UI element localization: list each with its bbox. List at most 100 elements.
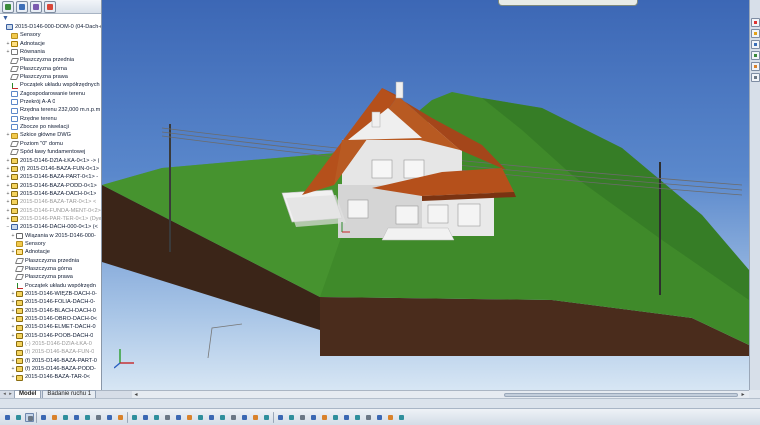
display-style-icon[interactable] [72,413,81,422]
file-explorer-icon[interactable] [751,40,760,49]
tree-item[interactable]: +2015-D146-FOLIA-DACH-0- [0,298,101,306]
new-assembly-icon[interactable] [298,413,307,422]
tree-item[interactable]: Płaszczyzna prawa [0,73,101,81]
zoom-to-fit-icon[interactable] [14,413,23,422]
mate-icon[interactable] [130,413,139,422]
edit-appearance-icon[interactable] [94,413,103,422]
tree-item[interactable]: +2015-D146-ELMET-DACH-0 [0,323,101,331]
change-transparency-icon[interactable] [331,413,340,422]
design-library-icon[interactable] [751,29,760,38]
select-icon[interactable] [25,412,34,422]
custom-properties-icon[interactable] [751,73,760,82]
tree-item[interactable]: Zagospodarowanie terenu [0,90,101,98]
view-orientation-icon[interactable] [61,413,70,422]
mass-properties-icon[interactable] [207,413,216,422]
tree-filter[interactable]: ▼ [0,14,101,23]
rotate-component-icon[interactable] [163,413,172,422]
tree-item[interactable]: Zbocze po niwelacji [0,123,101,131]
tree-item[interactable]: + (f) 2015-D146-BAZA-PODD- [0,365,101,373]
tree-item[interactable]: +2015-D146-BAZA-TAR-0<1> < [0,198,101,206]
exploded-view-icon[interactable] [174,413,183,422]
tab-prev-arrow-icon[interactable]: ◂ [2,391,7,398]
tree-item[interactable]: +2015-D146-POOB-DACH-0 [0,332,101,340]
interference-icon[interactable] [185,413,194,422]
insert-component-icon[interactable] [276,413,285,422]
tree-item[interactable]: Płaszczyzna górna [0,65,101,73]
no-external-references-icon[interactable] [353,413,362,422]
tree-item[interactable]: + Adnotacje [0,248,101,256]
funnel-icon[interactable]: ▼ [2,15,9,22]
smart-fastener-icon[interactable] [141,413,150,422]
tree-item[interactable]: + Równania [0,48,101,56]
horizontal-scrollbar[interactable]: ◂ ▸ [132,390,749,398]
hide-components-icon[interactable] [320,413,329,422]
tree-item[interactable]: +2015-D146-BAZA-TAR-0< [0,373,101,381]
tree-item[interactable]: (-) 2015-D146-DZIA-ŁKA-0 [0,340,101,348]
propertymanager-tab[interactable] [16,1,28,13]
tree-item[interactable]: + (f) 2015-D146-BAZA-FUN-0<1> [0,165,101,173]
tab-model[interactable]: Model [14,390,42,398]
tree-item[interactable]: Poziom "0" domu [0,140,101,148]
tree-item[interactable]: Początek układu współrzędnych [0,81,101,89]
heads-up-toolbar[interactable] [498,0,638,6]
tree-item[interactable]: +2015-D146-BAZA-PODD-0<1> [0,182,101,190]
tree-item[interactable]: +2015-D146-WIĘZB-DACH-0- [0,290,101,298]
tree-item[interactable]: Sensory [0,240,101,248]
tree-item[interactable]: Sensory [0,31,101,39]
rotate-view-icon[interactable] [3,413,12,422]
measure-icon[interactable] [196,413,205,422]
appearance-tab[interactable] [44,1,56,13]
tree-item[interactable]: Początek układu współrzędn [0,282,101,290]
tree-item[interactable]: + Adnotacje [0,40,101,48]
rebuild-icon[interactable] [386,413,395,422]
linear-pattern-icon[interactable] [262,413,271,422]
reference-geometry-icon[interactable] [229,413,238,422]
tree-item[interactable]: Przekrój A-A 0 [0,98,101,106]
configuration-tab[interactable] [30,1,42,13]
tree-item[interactable]: +2015-D146-FUNDA-MENT-0<2> [0,207,101,215]
solidworks-resources-icon[interactable] [751,18,760,27]
tree-item[interactable]: + Wiązania w 2015-D146-000- [0,232,101,240]
tree-item[interactable]: Rzędna terenu 232,000 m.n.p.m [0,106,101,114]
tree-item[interactable]: +2015-D146-PAR-TER-0<1> (Dye [0,215,101,223]
tree-item[interactable]: +2015-D146-BAZA-PART-0<1> - [0,173,101,181]
options-icon[interactable] [397,413,406,422]
move-component-icon[interactable] [152,413,161,422]
tree-item[interactable]: Płaszczyzna górna [0,265,101,273]
tree-item[interactable]: 2015-D146-000-DOM-0 (04-Dach-c [0,23,101,31]
view-settings-icon[interactable] [116,413,125,422]
featuremanager-tab[interactable] [2,1,14,13]
new-part-icon[interactable] [287,413,296,422]
tree-item[interactable]: + Szkice główne DWG [0,131,101,139]
tree-item[interactable]: Płaszczyzna przednia [0,257,101,265]
section-view-icon[interactable] [50,413,59,422]
zoom-area-icon[interactable] [39,413,48,422]
tree-item[interactable]: −2015-D146-DACH-000-0<1> (< [0,223,101,231]
large-assembly-mode-icon[interactable] [364,413,373,422]
assembly-features-icon[interactable] [251,413,260,422]
tab-next-arrow-icon[interactable]: ▸ [8,391,13,398]
model-scene[interactable] [102,0,749,390]
tree-item[interactable]: +2015-D146-BLACH-DACH-0 [0,307,101,315]
tab-motion-study[interactable]: Badanie ruchu 1 [42,390,97,398]
tree-item[interactable]: Rzędne terenu [0,115,101,123]
tree-item[interactable]: Spód ławy fundamentowej [0,148,101,156]
appearances-icon[interactable] [751,62,760,71]
scroll-thumb[interactable] [504,393,738,397]
instant3d-icon[interactable] [240,413,249,422]
tree-item[interactable]: +2015-D146-DZIA-ŁKA-0<1> -> ( [0,157,101,165]
hide-show-icon[interactable] [83,413,92,422]
tree-item[interactable]: + (f) 2015-D146-BAZA-PART-0 [0,357,101,365]
apply-scene-icon[interactable] [105,413,114,422]
tree-item[interactable]: +2015-D146-BAZA-DACH-0<1> [0,190,101,198]
copy-with-mates-icon[interactable] [309,413,318,422]
tree-item[interactable]: +2015-D146-OBRO-DACH-0< [0,315,101,323]
show-hidden-icon[interactable] [375,413,384,422]
graphics-area[interactable] [102,0,749,390]
view-palette-icon[interactable] [751,51,760,60]
tree-item[interactable]: Płaszczyzna przednia [0,56,101,64]
bill-of-materials-icon[interactable] [218,413,227,422]
tree-item[interactable]: Płaszczyzna prawa [0,273,101,281]
tree-item[interactable]: (f) 2015-D146-BAZA-FUN-0 [0,348,101,356]
edit-component-icon[interactable] [342,413,351,422]
